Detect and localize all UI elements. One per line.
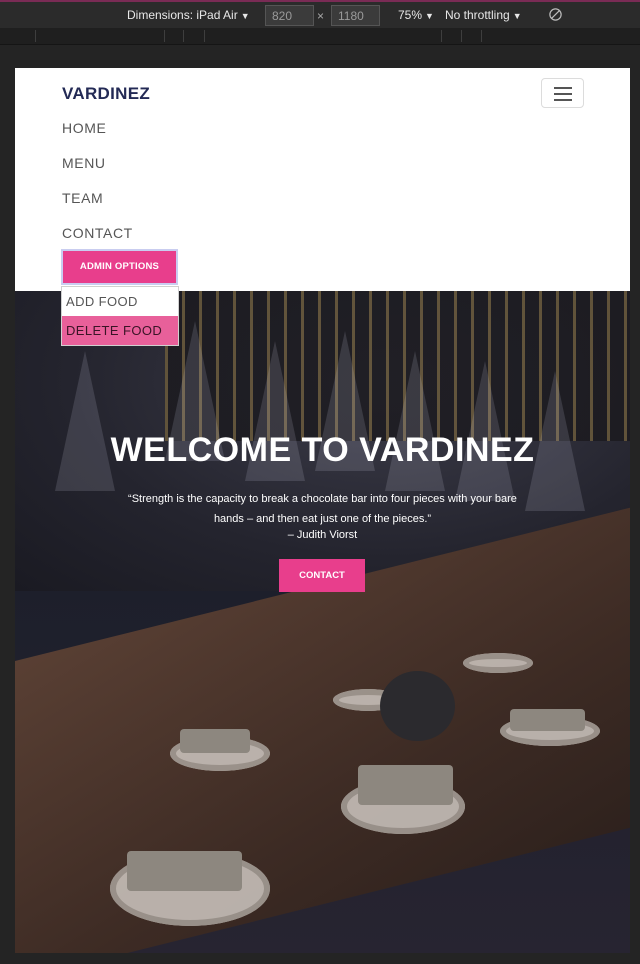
nav-link-contact[interactable]: CONTACT	[62, 225, 133, 241]
throttle-label: No throttling	[445, 8, 510, 22]
nav-link-home[interactable]: HOME	[62, 120, 106, 136]
navbar: VARDINEZ HOME MENU TEAM CONTACT ADMIN OP…	[15, 68, 630, 291]
nav-link-menu[interactable]: MENU	[62, 155, 106, 171]
brand-logo[interactable]: VARDINEZ	[62, 84, 150, 104]
admin-dropdown-menu: ADD FOOD DELETE FOOD	[61, 286, 179, 346]
dropdown-item-add-food[interactable]: ADD FOOD	[62, 287, 178, 316]
navbar-toggler-button[interactable]	[541, 78, 584, 108]
nav-link-team[interactable]: TEAM	[62, 190, 103, 206]
contact-button[interactable]: CONTACT	[279, 559, 365, 592]
hero-quote-author: – Judith Viorst	[287, 529, 358, 541]
times-sign: ×	[317, 9, 325, 23]
admin-options-button[interactable]: ADMIN OPTIONS	[61, 249, 178, 285]
hamburger-icon	[554, 87, 572, 89]
centerpiece-pot	[380, 671, 455, 741]
napkin	[510, 709, 585, 731]
plate	[463, 653, 533, 673]
device-label: Dimensions: iPad Air	[127, 8, 238, 22]
rotate-icon[interactable]	[548, 7, 563, 22]
hero-section: WELCOME TO VARDINEZ “Strength is the cap…	[15, 291, 630, 953]
emulated-viewport: WELCOME TO VARDINEZ “Strength is the cap…	[15, 68, 630, 953]
light-cone	[385, 351, 445, 491]
throttle-selector[interactable]: No throttling ▼	[445, 8, 522, 22]
media-query-ruler	[0, 28, 640, 45]
light-cone	[55, 351, 115, 491]
chevron-down-icon: ▼	[240, 11, 250, 21]
zoom-label: 75%	[398, 8, 423, 22]
width-input[interactable]: 820	[265, 5, 314, 26]
hamburger-icon	[554, 99, 572, 101]
device-selector[interactable]: Dimensions: iPad Air ▼	[127, 8, 250, 22]
napkin	[127, 851, 242, 891]
chevron-down-icon: ▼	[512, 11, 522, 21]
dropdown-item-delete-food[interactable]: DELETE FOOD	[62, 316, 178, 345]
hero-quote: “Strength is the capacity to break a cho…	[128, 493, 517, 525]
hero-title: WELCOME TO VARDINEZ	[110, 431, 535, 469]
napkin	[180, 729, 250, 753]
height-input[interactable]: 1180	[331, 5, 380, 26]
zoom-selector[interactable]: 75% ▼	[398, 8, 434, 22]
chevron-down-icon: ▼	[425, 11, 434, 21]
hamburger-icon	[554, 93, 572, 95]
devtools-toolbar: Dimensions: iPad Air ▼ 820 × 1180 75% ▼ No…	[0, 0, 640, 28]
napkin	[358, 765, 453, 805]
